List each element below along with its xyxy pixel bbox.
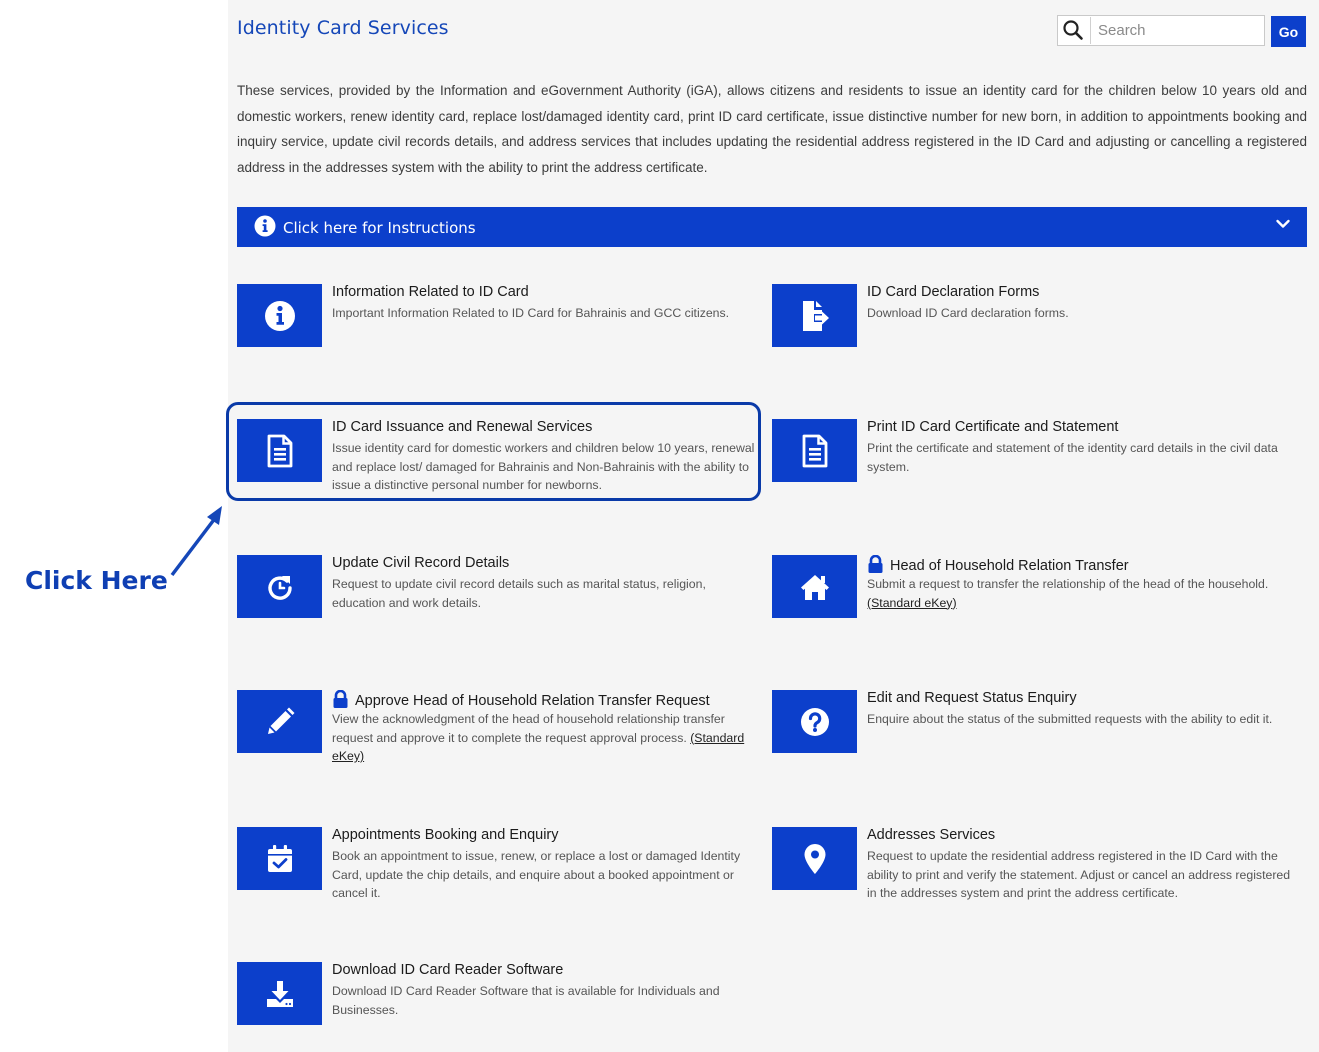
- service-description: Submit a request to transfer the relatio…: [867, 575, 1292, 612]
- standard-ekey-link[interactable]: (Standard eKey): [867, 596, 957, 610]
- service-icon-box[interactable]: [237, 555, 322, 618]
- refresh-icon: [267, 575, 292, 600]
- service-title[interactable]: Addresses Services: [867, 827, 995, 844]
- service-household-transfer[interactable]: Head of Household Relation Transfer Subm…: [772, 555, 1292, 645]
- service-addresses[interactable]: Addresses Services Request to update the…: [772, 827, 1292, 917]
- service-description-text: Submit a request to transfer the relatio…: [867, 577, 1269, 591]
- document-icon: [802, 434, 827, 467]
- service-description: Print the certificate and statement of t…: [867, 441, 1278, 474]
- service-title[interactable]: Head of Household Relation Transfer: [867, 555, 1129, 575]
- service-title[interactable]: Appointments Booking and Enquiry: [332, 827, 559, 844]
- service-icon-box[interactable]: [772, 419, 857, 482]
- instructions-toggle[interactable]: Click here for Instructions: [237, 207, 1307, 247]
- info-icon: [264, 300, 295, 331]
- service-title[interactable]: Print ID Card Certificate and Statement: [867, 419, 1118, 436]
- service-icon-box[interactable]: [237, 284, 322, 347]
- page-title: Identity Card Services: [237, 17, 449, 39]
- service-icon-box[interactable]: [772, 284, 857, 347]
- info-circle-icon: [254, 215, 276, 237]
- service-card-reader-download[interactable]: Download ID Card Reader Software Downloa…: [237, 962, 757, 1052]
- map-marker-icon: [804, 843, 825, 874]
- service-title[interactable]: Edit and Request Status Enquiry: [867, 690, 1077, 707]
- service-description: Request to update the residential addres…: [867, 849, 1291, 900]
- service-title[interactable]: ID Card Declaration Forms: [867, 284, 1039, 301]
- search-input[interactable]: [1092, 16, 1262, 44]
- home-icon: [800, 574, 829, 600]
- file-export-icon: [802, 300, 829, 331]
- service-description: Download ID Card Reader Software that is…: [332, 984, 720, 1017]
- highlight-box: [226, 402, 761, 501]
- question-icon: [800, 707, 829, 736]
- service-description: Book an appointment to issue, renew, or …: [332, 849, 741, 900]
- service-description: Download ID Card declaration forms.: [867, 306, 1069, 320]
- intro-paragraph: These services, provided by the Informat…: [237, 83, 1307, 175]
- service-title-text: Head of Household Relation Transfer: [890, 558, 1129, 574]
- service-id-card-info[interactable]: Information Related to ID Card Important…: [237, 284, 757, 374]
- service-description: View the acknowledgment of the head of h…: [332, 710, 757, 766]
- service-title[interactable]: Update Civil Record Details: [332, 555, 509, 572]
- chevron-down-icon[interactable]: [1275, 216, 1291, 232]
- service-description: Important Information Related to ID Card…: [332, 306, 730, 320]
- service-approve-household-transfer[interactable]: Approve Head of Household Relation Trans…: [237, 690, 757, 780]
- service-description: Enquire about the status of the submitte…: [867, 712, 1273, 726]
- service-title-text: Approve Head of Household Relation Trans…: [355, 693, 710, 709]
- lock-icon: [868, 555, 883, 573]
- service-icon-box[interactable]: [237, 962, 322, 1025]
- service-icon-box[interactable]: [237, 827, 322, 890]
- service-title[interactable]: Download ID Card Reader Software: [332, 962, 563, 979]
- click-here-label: Click Here: [25, 566, 168, 595]
- service-appointments[interactable]: Appointments Booking and Enquiry Book an…: [237, 827, 757, 917]
- service-description: Request to update civil record details s…: [332, 577, 706, 610]
- lock-icon: [333, 690, 348, 708]
- service-description-text: View the acknowledgment of the head of h…: [332, 712, 725, 745]
- service-status-enquiry[interactable]: Edit and Request Status Enquiry Enquire …: [772, 690, 1292, 780]
- search-icon[interactable]: [1062, 19, 1084, 41]
- service-declaration-forms[interactable]: ID Card Declaration Forms Download ID Ca…: [772, 284, 1292, 374]
- pencil-icon: [267, 707, 294, 734]
- service-title[interactable]: Approve Head of Household Relation Trans…: [332, 690, 710, 710]
- search-divider: [1090, 17, 1091, 44]
- download-icon: [266, 980, 293, 1007]
- service-print-certificate[interactable]: Print ID Card Certificate and Statement …: [772, 419, 1292, 509]
- instructions-label: Click here for Instructions: [283, 219, 476, 237]
- calendar-check-icon: [267, 844, 292, 872]
- service-update-civil-record[interactable]: Update Civil Record Details Request to u…: [237, 555, 757, 645]
- service-icon-box[interactable]: [772, 555, 857, 618]
- service-icon-box[interactable]: [772, 827, 857, 890]
- service-icon-box[interactable]: [772, 690, 857, 753]
- go-button[interactable]: Go: [1271, 16, 1306, 47]
- service-title[interactable]: Information Related to ID Card: [332, 284, 529, 301]
- service-icon-box[interactable]: [237, 690, 322, 753]
